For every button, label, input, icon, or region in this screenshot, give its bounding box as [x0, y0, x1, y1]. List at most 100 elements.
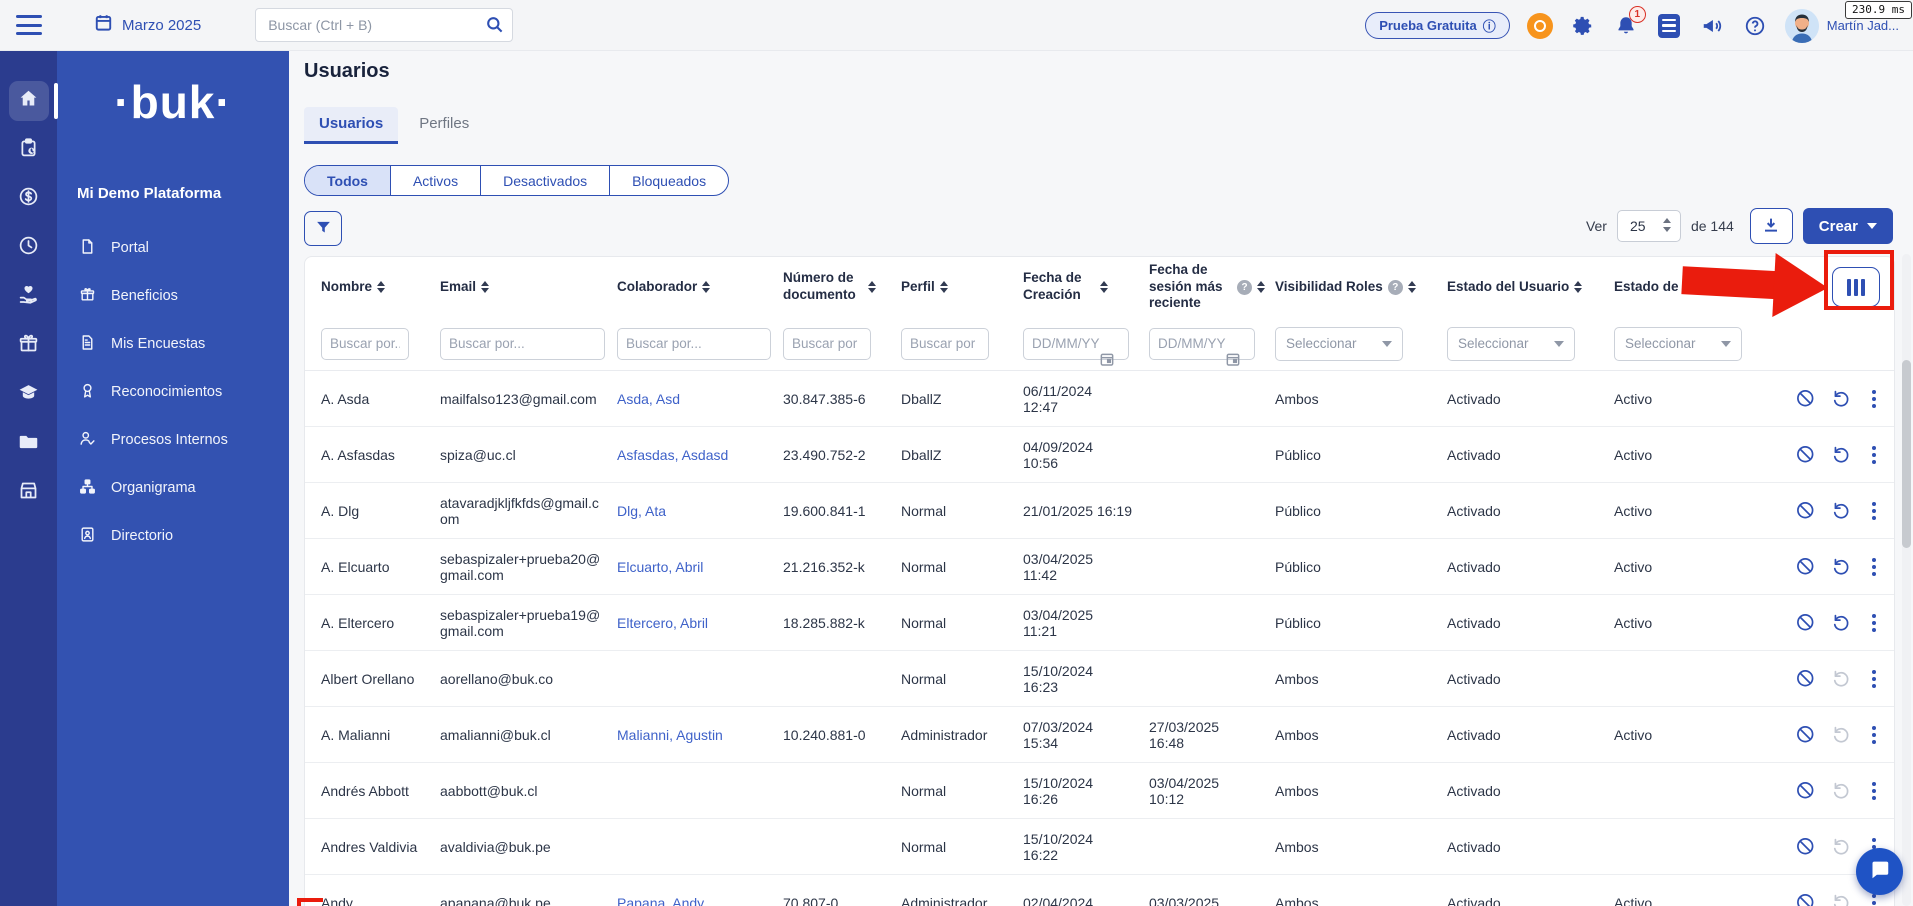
select-filter-estado-del-usuario[interactable]: Seleccionar	[1447, 327, 1575, 361]
global-search-input[interactable]	[255, 8, 513, 42]
scrollbar-track[interactable]	[1902, 254, 1911, 906]
sidebar-item-portal[interactable]: Portal	[57, 224, 289, 272]
status-pill-bloqueados[interactable]: Bloqueados	[610, 166, 728, 195]
rail-item-marketplace-store[interactable]	[9, 473, 49, 513]
rail-item-asistencia-clock[interactable]	[9, 228, 49, 268]
rail-item-remuneraciones-dollar[interactable]	[9, 179, 49, 219]
announcements-megaphone-icon[interactable]	[1699, 13, 1725, 39]
filter-input-email[interactable]	[440, 328, 605, 360]
filter-input-numero-de-documento[interactable]	[783, 328, 871, 360]
org-chart-icon	[79, 478, 96, 499]
sort-icon[interactable]	[940, 281, 948, 293]
notifications-bell-icon[interactable]: 1	[1613, 13, 1639, 39]
sort-icon[interactable]	[481, 281, 489, 293]
status-pill-todos[interactable]: Todos	[305, 166, 391, 195]
help-icon[interactable]: ?	[1388, 280, 1403, 295]
row-menu-kebab-icon[interactable]	[1866, 724, 1882, 746]
deactivate-ban-icon[interactable]	[1795, 724, 1816, 745]
create-button[interactable]: Crear	[1803, 208, 1893, 244]
sort-icon[interactable]	[1574, 281, 1582, 293]
download-button[interactable]	[1750, 208, 1793, 244]
column-label: Email	[440, 279, 476, 296]
colaborador-link[interactable]: Papana, Andy	[617, 895, 704, 906]
rail-item-home[interactable]	[9, 81, 49, 121]
select-filter-visibilidad-roles[interactable]: Seleccionar	[1275, 327, 1403, 361]
cell-email: spiza@uc.cl	[440, 439, 617, 471]
status-pill-desactivados[interactable]: Desactivados	[481, 166, 610, 195]
filter-input-colaborador[interactable]	[617, 328, 771, 360]
rail-item-beneficios-gift[interactable]	[9, 326, 49, 366]
deactivate-ban-icon[interactable]	[1795, 500, 1816, 521]
colaborador-link[interactable]: Asda, Asd	[617, 391, 680, 407]
help-icon[interactable]	[1742, 13, 1768, 39]
page-size-select[interactable]: 25	[1617, 210, 1681, 242]
rail-item-tasks-clipboard[interactable]	[9, 130, 49, 170]
tab-perfiles[interactable]: Perfiles	[404, 107, 484, 144]
row-menu-kebab-icon[interactable]	[1866, 612, 1882, 634]
chat-widget-button[interactable]	[1856, 848, 1903, 895]
reset-password-icon[interactable]	[1831, 444, 1852, 465]
sidebar-item-directorio[interactable]: Directorio	[57, 512, 289, 560]
row-menu-kebab-icon[interactable]	[1866, 500, 1882, 522]
changelog-icon[interactable]	[1656, 13, 1682, 39]
reset-password-icon[interactable]	[1831, 388, 1852, 409]
sort-icon[interactable]	[1257, 281, 1265, 293]
deactivate-ban-icon[interactable]	[1795, 444, 1816, 465]
sidebar-item-organigrama[interactable]: Organigrama	[57, 464, 289, 512]
sort-icon[interactable]	[868, 281, 876, 293]
row-menu-kebab-icon[interactable]	[1866, 388, 1882, 410]
row-menu-kebab-icon[interactable]	[1866, 668, 1882, 690]
tab-usuarios[interactable]: Usuarios	[304, 107, 398, 144]
trial-badge[interactable]: Prueba Gratuita ⓘ	[1365, 12, 1510, 39]
row-menu-kebab-icon[interactable]	[1866, 780, 1882, 802]
rail-item-documentos-folder[interactable]	[9, 424, 49, 464]
colaborador-link[interactable]: Malianni, Agustin	[617, 727, 723, 743]
deactivate-ban-icon[interactable]	[1795, 780, 1816, 801]
cell-perfil: Normal	[901, 663, 1023, 695]
rewards-icon[interactable]	[1527, 13, 1553, 39]
sort-icon[interactable]	[377, 281, 385, 293]
filter-input-nombre[interactable]	[321, 328, 409, 360]
column-settings-button[interactable]	[1832, 267, 1880, 307]
reset-password-icon[interactable]	[1831, 500, 1852, 521]
deactivate-ban-icon[interactable]	[1795, 668, 1816, 689]
settings-gear-icon[interactable]	[1570, 13, 1596, 39]
colaborador-link[interactable]: Asfasdas, Asdasd	[617, 447, 728, 463]
sort-icon[interactable]	[1408, 281, 1416, 293]
search-icon[interactable]	[485, 15, 504, 39]
cell-nombre: A. Malianni	[321, 719, 440, 751]
cell-documento: 18.285.882-k	[783, 607, 901, 639]
sort-icon[interactable]	[1100, 281, 1108, 293]
sort-icon[interactable]	[1738, 281, 1746, 293]
period-selector[interactable]: Marzo 2025	[94, 13, 201, 37]
row-menu-kebab-icon[interactable]	[1866, 556, 1882, 578]
rail-item-capacitacion-graduation[interactable]	[9, 375, 49, 415]
filter-input-perfil[interactable]	[901, 328, 989, 360]
reset-password-icon[interactable]	[1831, 556, 1852, 577]
sidebar-item-mis-encuestas[interactable]: Mis Encuestas	[57, 320, 289, 368]
cell-email: atavaradjkljfkfds@gmail.com	[440, 487, 617, 535]
colaborador-link[interactable]: Dlg, Ata	[617, 503, 666, 519]
colaborador-link[interactable]: Eltercero, Abril	[617, 615, 708, 631]
scrollbar-thumb[interactable]	[1902, 360, 1911, 548]
deactivate-ban-icon[interactable]	[1795, 556, 1816, 577]
cell-documento: 10.240.881-0	[783, 719, 901, 751]
help-icon[interactable]: ?	[1237, 280, 1252, 295]
deactivate-ban-icon[interactable]	[1795, 388, 1816, 409]
sidebar-item-procesos-internos[interactable]: Procesos Internos	[57, 416, 289, 464]
select-filter-estado-de-la-ficha[interactable]: Seleccionar	[1614, 327, 1742, 361]
sidebar-item-reconocimientos[interactable]: Reconocimientos	[57, 368, 289, 416]
row-menu-kebab-icon[interactable]	[1866, 444, 1882, 466]
reset-password-icon[interactable]	[1831, 612, 1852, 633]
deactivate-ban-icon[interactable]	[1795, 612, 1816, 633]
filters-button[interactable]	[304, 211, 342, 246]
rail-item-talento-hand-heart[interactable]	[9, 277, 49, 317]
deactivate-ban-icon[interactable]	[1795, 892, 1816, 906]
colaborador-link[interactable]: Elcuarto, Abril	[617, 559, 703, 575]
sidebar-item-beneficios[interactable]: Beneficios	[57, 272, 289, 320]
status-pill-activos[interactable]: Activos	[391, 166, 481, 195]
deactivate-ban-icon[interactable]	[1795, 836, 1816, 857]
hamburger-menu-icon[interactable]	[16, 15, 42, 35]
sort-icon[interactable]	[702, 281, 710, 293]
cell-estado-ficha	[1614, 671, 1789, 687]
